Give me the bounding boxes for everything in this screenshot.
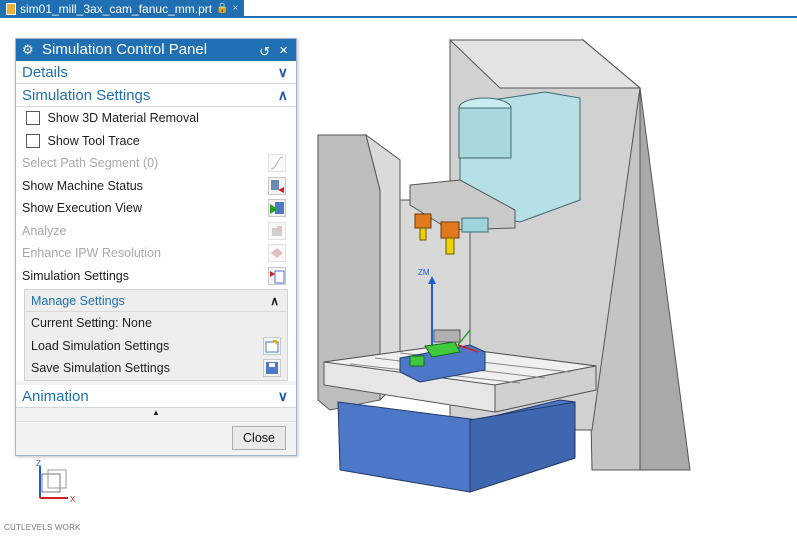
show-execution-view-button[interactable]: Show Execution View — [16, 197, 296, 220]
reset-icon[interactable]: ↺ — [259, 41, 270, 63]
triad-x-label: X — [70, 495, 76, 504]
row-label: Show Execution View — [22, 201, 142, 215]
simulation-settings-icon — [268, 266, 286, 285]
analyze-icon — [268, 221, 286, 240]
zm-axis-label: ZM — [418, 268, 430, 277]
section-simulation-settings-label: Simulation Settings — [22, 87, 151, 104]
chevron-down-icon: ∨ — [277, 64, 288, 80]
save-settings-icon — [263, 359, 281, 377]
section-details-label: Details — [22, 64, 68, 81]
checkbox-label: Show 3D Material Removal — [47, 111, 199, 125]
chevron-down-icon: ∨ — [277, 387, 288, 404]
save-simulation-settings-button[interactable]: Save Simulation Settings — [25, 357, 287, 380]
load-simulation-settings-button[interactable]: Load Simulation Settings — [25, 335, 287, 358]
section-simulation-settings[interactable]: Simulation Settings ∧ — [16, 84, 296, 107]
panel-title-bar[interactable]: ⚙ Simulation Control Panel ↺ × — [16, 39, 296, 61]
path-segment-icon — [268, 154, 286, 172]
select-path-segment-button[interactable]: Select Path Segment (0) — [16, 152, 296, 175]
view-triad[interactable]: Z X — [30, 460, 80, 510]
status-text: CUTLEVELS WORK — [4, 523, 81, 532]
row-label: Enhance IPW Resolution — [22, 246, 161, 260]
gear-icon: ⚙ — [22, 42, 34, 57]
simulation-control-panel: ⚙ Simulation Control Panel ↺ × Details ∨… — [15, 38, 297, 456]
machine-status-icon — [268, 176, 286, 195]
manage-settings-header[interactable]: Manage Settings ∧ — [25, 290, 287, 312]
execution-view-icon — [268, 199, 286, 217]
row-label: Analyze — [22, 223, 67, 238]
checkbox-label: Show Tool Trace — [47, 133, 140, 148]
simulation-settings-button[interactable]: Simulation Settings — [16, 265, 296, 288]
load-settings-icon — [263, 336, 281, 355]
show-machine-status-button[interactable]: Show Machine Status — [16, 175, 296, 198]
scroll-up-icon[interactable]: ▲ — [16, 407, 296, 418]
tab-close-icon[interactable]: × — [233, 0, 239, 18]
section-details[interactable]: Details ∨ — [16, 61, 296, 84]
manage-settings-group: Manage Settings ∧ Current Setting: None … — [24, 289, 288, 381]
row-label: Load Simulation Settings — [31, 338, 170, 353]
section-animation-label: Animation — [22, 387, 89, 405]
app-root: sim01_mill_3ax_cam_fanuc_mm.prt 🔒 × ZM Z… — [0, 0, 797, 536]
close-button[interactable]: Close — [232, 426, 286, 450]
tab-part-file[interactable]: sim01_mill_3ax_cam_fanuc_mm.prt 🔒 × — [0, 0, 245, 18]
section-animation[interactable]: Animation ∨ — [16, 384, 296, 408]
panel-footer: Close — [16, 421, 296, 455]
row-label: Simulation Settings — [22, 268, 130, 283]
checkbox-show-tool-trace[interactable]: Show Tool Trace — [16, 130, 296, 153]
triad-z-label: Z — [36, 460, 41, 468]
analyze-button[interactable]: Analyze — [16, 220, 296, 243]
manage-settings-label: Manage Settings — [31, 294, 125, 308]
checkbox-show-3d-material-removal[interactable]: Show 3D Material Removal — [16, 107, 296, 130]
ipw-resolution-icon — [268, 244, 286, 262]
checkbox[interactable] — [26, 111, 40, 125]
chevron-up-icon: ∧ — [277, 87, 288, 103]
current-setting-label: Current Setting: None — [31, 316, 152, 330]
enhance-ipw-resolution-button[interactable]: Enhance IPW Resolution — [16, 242, 296, 265]
simulation-settings-body: Show 3D Material Removal Show Tool Trace… — [16, 107, 296, 381]
row-label: Select Path Segment (0) — [22, 156, 159, 170]
close-icon[interactable]: × — [279, 40, 288, 62]
row-label: Save Simulation Settings — [31, 361, 170, 375]
panel-title: Simulation Control Panel — [42, 41, 208, 58]
checkbox[interactable] — [26, 133, 40, 148]
current-setting-text: Current Setting: None — [25, 312, 287, 335]
tab-title: sim01_mill_3ax_cam_fanuc_mm.prt — [20, 2, 213, 16]
part-file-icon — [6, 3, 16, 15]
chevron-up-icon: ∧ — [270, 294, 279, 308]
tab-bar: sim01_mill_3ax_cam_fanuc_mm.prt 🔒 × — [0, 0, 797, 18]
row-label: Show Machine Status — [22, 178, 143, 193]
lock-icon: 🔒 — [216, 3, 229, 14]
